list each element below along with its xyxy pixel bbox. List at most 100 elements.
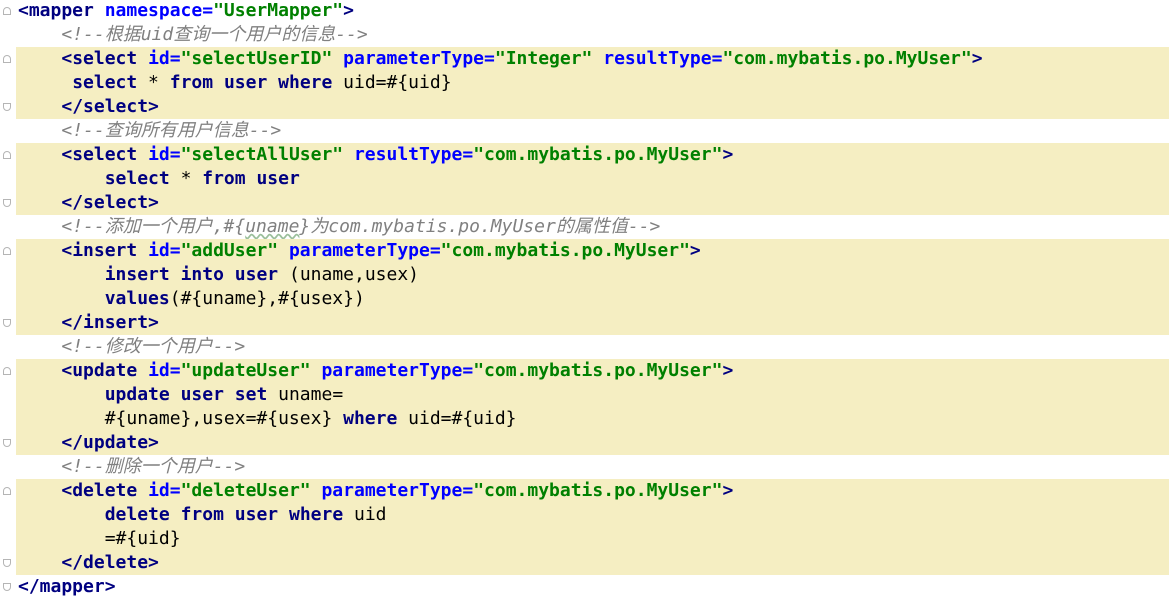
code-token: </mapper>: [18, 576, 116, 597]
code-token: <select: [61, 48, 149, 69]
fold-marker-icon[interactable]: [3, 247, 11, 255]
code-token: (#{uname},#{usex}): [169, 288, 365, 309]
fold-marker-icon[interactable]: [3, 7, 11, 15]
fold-marker-icon[interactable]: [3, 151, 11, 159]
code-editor[interactable]: <mapper namespace="UserMapper"> <!--根据ui…: [0, 0, 1169, 610]
code-token: >: [722, 480, 734, 501]
code-token: id=: [148, 240, 181, 261]
code-token: uname=: [267, 384, 344, 405]
code-token: "selectUserID": [180, 48, 344, 69]
code-line[interactable]: delete from user where uid: [16, 503, 1169, 527]
code-token: "updateUser": [180, 360, 322, 381]
code-line-text: #{uname},usex=#{usex} where uid=#{uid}: [18, 407, 517, 431]
code-token: user: [234, 264, 279, 285]
code-line[interactable]: <update id="updateUser" parameterType="c…: [16, 359, 1169, 383]
code-line-text: <insert id="addUser" parameterType="com.…: [18, 239, 701, 263]
code-line-text: <!--根据uid查询一个用户的信息-->: [18, 23, 367, 47]
code-line[interactable]: =#{uid}: [16, 527, 1169, 551]
code-token: resultType=: [603, 48, 723, 69]
code-line[interactable]: <select id="selectAllUser" resultType="c…: [16, 143, 1169, 167]
code-token: uid=#{uid}: [332, 72, 452, 93]
code-line[interactable]: <select id="selectUserID" parameterType=…: [16, 47, 1169, 71]
code-token: "com.mybatis.po.MyUser": [473, 480, 723, 501]
code-token: delete: [104, 504, 170, 525]
code-line[interactable]: select * from user: [16, 167, 1169, 191]
fold-marker-icon[interactable]: [3, 103, 11, 111]
code-line[interactable]: values(#{uname},#{usex}): [16, 287, 1169, 311]
code-line[interactable]: </select>: [16, 95, 1169, 119]
code-line[interactable]: insert into user (uname,usex): [16, 263, 1169, 287]
code-line-text: <!--删除一个用户-->: [18, 455, 245, 479]
code-line[interactable]: update user set uname=: [16, 383, 1169, 407]
code-line-text: select * from user where uid=#{uid}: [18, 71, 452, 95]
code-line[interactable]: <mapper namespace="UserMapper">: [0, 0, 1169, 23]
code-token: user: [180, 384, 224, 405]
code-token: <delete: [61, 480, 149, 501]
code-token: where: [343, 408, 398, 429]
code-token: >: [722, 360, 734, 381]
code-line-text: values(#{uname},#{usex}): [18, 287, 365, 311]
code-token: resultType=: [353, 144, 474, 165]
code-token: <!--添加一个用户,#{: [61, 216, 246, 237]
code-line[interactable]: </select>: [16, 191, 1169, 215]
code-line-text: select * from user: [18, 167, 300, 191]
code-line[interactable]: #{uname},usex=#{usex} where uid=#{uid}: [16, 407, 1169, 431]
code-line[interactable]: <delete id="deleteUser" parameterType="c…: [16, 479, 1169, 503]
fold-marker-icon[interactable]: [3, 583, 11, 591]
code-line-text: </insert>: [18, 311, 159, 335]
fold-marker-icon[interactable]: [3, 199, 11, 207]
code-token: "addUser": [180, 240, 289, 261]
code-token: set: [234, 384, 268, 405]
code-line[interactable]: </update>: [16, 431, 1169, 455]
fold-marker-icon[interactable]: [3, 487, 11, 495]
code-token: <!--删除一个用户-->: [61, 456, 246, 477]
code-line[interactable]: <insert id="addUser" parameterType="com.…: [16, 239, 1169, 263]
code-token: </update>: [61, 432, 159, 453]
code-line[interactable]: <!--根据uid查询一个用户的信息-->: [0, 23, 1169, 47]
code-line-text: <mapper namespace="UserMapper">: [18, 0, 354, 23]
code-line-text: update user set uname=: [18, 383, 343, 407]
code-line[interactable]: <!--添加一个用户,#{uname}为com.mybatis.po.MyUse…: [0, 215, 1169, 239]
code-token: </select>: [61, 96, 159, 117]
code-line[interactable]: <!--修改一个用户-->: [0, 335, 1169, 359]
code-line[interactable]: </mapper>: [0, 575, 1169, 599]
code-line[interactable]: select * from user where uid=#{uid}: [16, 71, 1169, 95]
code-token: parameterType=: [288, 240, 441, 261]
code-token: from: [169, 72, 214, 93]
code-line[interactable]: <!--删除一个用户-->: [0, 455, 1169, 479]
code-line[interactable]: </insert>: [16, 311, 1169, 335]
code-token: </insert>: [61, 312, 159, 333]
code-token: parameterType=: [343, 48, 495, 69]
code-token: <insert: [61, 240, 149, 261]
code-token: values: [104, 288, 170, 309]
code-token: from: [202, 168, 246, 189]
fold-marker-icon[interactable]: [3, 55, 11, 63]
code-line[interactable]: </delete>: [16, 551, 1169, 575]
code-token: select: [104, 168, 170, 189]
fold-marker-icon[interactable]: [3, 439, 11, 447]
code-token: <!--查询所有用户信息-->: [61, 120, 282, 141]
fold-marker-icon[interactable]: [3, 559, 11, 567]
code-line-text: </select>: [18, 191, 159, 215]
code-token: "UserMapper": [213, 0, 344, 21]
code-token: >: [689, 240, 701, 261]
code-token: </delete>: [61, 552, 159, 573]
code-line-text: </update>: [18, 431, 159, 455]
code-token: parameterType=: [321, 480, 474, 501]
code-line[interactable]: <!--查询所有用户信息-->: [0, 119, 1169, 143]
fold-marker-icon[interactable]: [3, 319, 11, 327]
code-token: namespace=: [104, 0, 214, 21]
fold-marker-icon[interactable]: [3, 367, 11, 375]
